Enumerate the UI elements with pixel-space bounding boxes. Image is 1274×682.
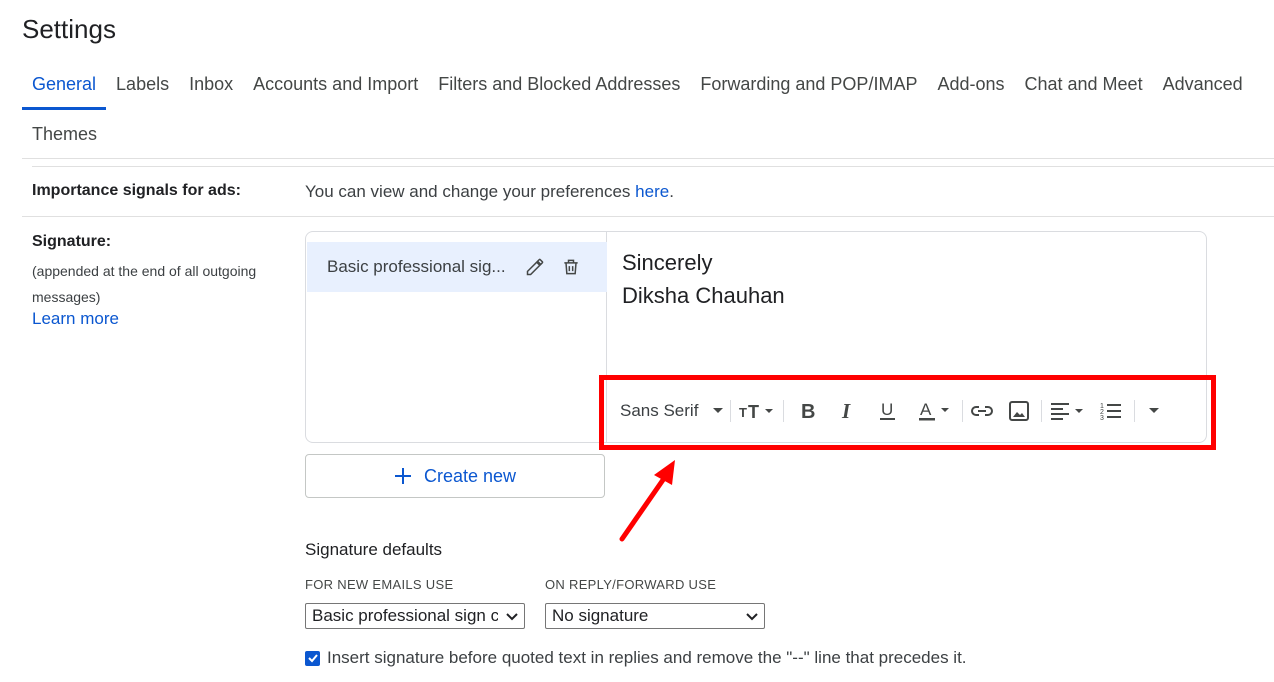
reply-forward-value: No signature	[552, 606, 649, 625]
tab-forwarding[interactable]: Forwarding and POP/IMAP	[690, 66, 927, 110]
insert-signature-label: Insert signature before quoted text in r…	[327, 648, 967, 667]
tab-filters[interactable]: Filters and Blocked Addresses	[428, 66, 690, 110]
signature-list-item[interactable]: Basic professional sig...	[307, 242, 607, 292]
reply-forward-select[interactable]: No signature	[545, 603, 765, 629]
tab-accounts-and-import[interactable]: Accounts and Import	[243, 66, 428, 110]
tab-advanced[interactable]: Advanced	[1153, 66, 1253, 110]
signature-editor[interactable]: Sincerely Diksha Chauhan	[622, 246, 785, 312]
signature-line-1: Sincerely	[622, 250, 713, 275]
reply-forward-label: ON REPLY/FORWARD USE	[545, 577, 717, 592]
ads-label: Importance signals for ads:	[32, 182, 241, 199]
ads-text: You can view and change your preferences…	[305, 182, 674, 202]
signature-item-name: Basic professional sig...	[327, 257, 506, 276]
checkmark-icon	[307, 654, 318, 663]
signature-list: Basic professional sig...	[306, 232, 607, 442]
chevron-down-icon	[506, 613, 518, 621]
tabs-divider	[22, 158, 1274, 159]
red-arrow-icon	[619, 460, 675, 542]
signature-label: Signature:	[32, 233, 112, 250]
tab-inbox[interactable]: Inbox	[179, 66, 243, 110]
new-emails-select[interactable]: Basic professional sign c	[305, 603, 525, 629]
tab-themes[interactable]: Themes	[22, 116, 107, 156]
chevron-down-icon	[746, 613, 758, 621]
tab-chat-and-meet[interactable]: Chat and Meet	[1015, 66, 1153, 110]
tab-labels[interactable]: Labels	[106, 66, 179, 110]
new-emails-label: FOR NEW EMAILS USE	[305, 577, 454, 592]
section-divider	[32, 166, 1274, 167]
ads-suffix: .	[669, 182, 674, 201]
row-divider	[22, 216, 1274, 217]
settings-tabs: General Labels Inbox Accounts and Import…	[22, 66, 1274, 110]
trash-icon[interactable]	[557, 253, 585, 281]
signature-line-2: Diksha Chauhan	[622, 283, 785, 308]
tab-general[interactable]: General	[22, 66, 107, 110]
pencil-icon[interactable]	[521, 253, 549, 281]
insert-signature-checkbox[interactable]	[305, 650, 320, 666]
signature-sublabel: (appended at the end of all outgoing mes…	[32, 263, 257, 305]
toolbar-highlight-box	[599, 375, 1216, 450]
create-new-label: Create new	[423, 465, 517, 486]
tab-add-ons[interactable]: Add-ons	[927, 66, 1014, 110]
create-new-button[interactable]: Create new	[305, 454, 605, 498]
ads-description: You can view and change your preferences	[305, 182, 636, 201]
plus-icon	[394, 468, 411, 484]
page-title: Settings	[22, 14, 116, 44]
signature-defaults-title: Signature defaults	[305, 540, 443, 559]
insert-signature-option: Insert signature before quoted text in r…	[305, 648, 967, 668]
ads-here-link[interactable]: here	[635, 182, 669, 201]
new-emails-value: Basic professional sign c	[312, 606, 498, 625]
learn-more-link[interactable]: Learn more	[32, 309, 119, 329]
